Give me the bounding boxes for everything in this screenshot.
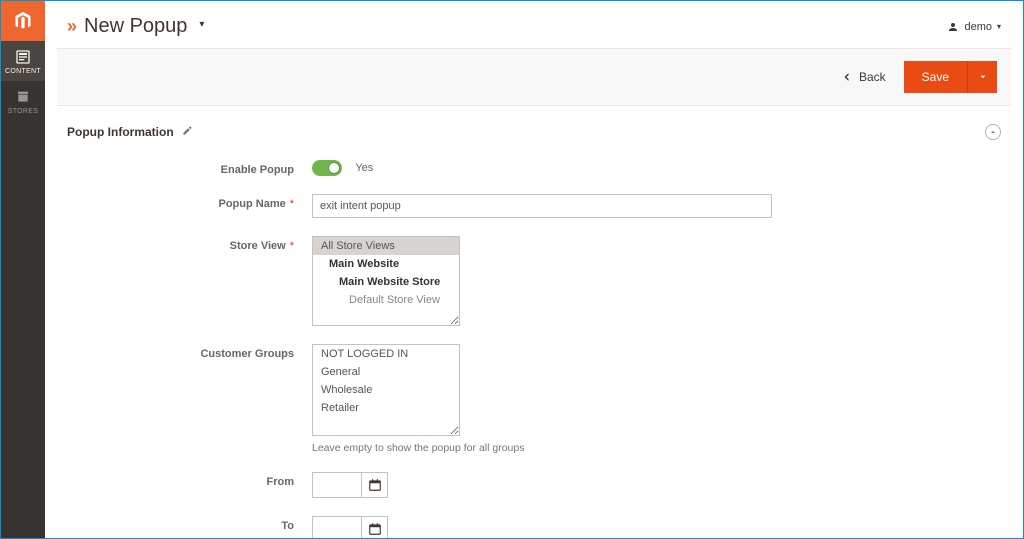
magento-icon	[13, 11, 33, 31]
customer-group-option[interactable]: NOT LOGGED IN	[313, 345, 459, 363]
brand-chevrons-icon: »	[67, 16, 74, 37]
popup-name-input[interactable]	[312, 194, 772, 218]
user-icon	[947, 21, 959, 33]
title-dropdown-caret-icon[interactable]: ▾	[199, 19, 204, 30]
admin-left-rail: CONTENT STORES	[1, 1, 45, 538]
content-icon	[15, 49, 31, 65]
chevron-up-icon	[989, 128, 997, 136]
required-marker: *	[290, 240, 294, 252]
back-label: Back	[859, 70, 886, 84]
control-store-view: All Store ViewsMain WebsiteMain Website …	[312, 236, 460, 326]
edit-section-icon[interactable]	[182, 125, 193, 139]
rail-item-label: STORES	[8, 108, 38, 115]
control-to	[312, 516, 388, 538]
user-label: demo	[964, 21, 992, 33]
label-customer-groups: Customer Groups	[67, 344, 312, 360]
enable-popup-value: Yes	[355, 162, 373, 174]
title-bar: » New Popup ▾ demo ▾	[45, 1, 1023, 48]
row-from: From	[67, 472, 1001, 498]
calendar-icon	[368, 478, 382, 492]
customer-groups-multiselect[interactable]: NOT LOGGED INGeneralWholesaleRetailer	[312, 344, 460, 436]
caret-down-icon	[978, 72, 988, 82]
customer-group-option[interactable]: General	[313, 363, 459, 381]
customer-group-option[interactable]: Wholesale	[313, 381, 459, 399]
row-to: To	[67, 516, 1001, 538]
required-marker: *	[290, 198, 294, 210]
customer-groups-helper: Leave empty to show the popup for all gr…	[312, 442, 524, 454]
customer-group-option[interactable]: Retailer	[313, 399, 459, 417]
section-title: Popup Information	[67, 125, 193, 139]
from-date-wrapper	[312, 472, 388, 498]
to-date-wrapper	[312, 516, 388, 538]
toggle-knob	[328, 162, 340, 174]
stores-icon	[15, 89, 31, 105]
user-menu[interactable]: demo ▾	[947, 21, 1001, 33]
main-area: » New Popup ▾ demo ▾ Back Save Popup Inf…	[45, 1, 1023, 538]
control-customer-groups: NOT LOGGED INGeneralWholesaleRetailer Le…	[312, 344, 524, 454]
from-date-input[interactable]	[313, 473, 361, 497]
page-title: New Popup	[84, 15, 187, 38]
section-title-text: Popup Information	[67, 125, 174, 139]
label-popup-name: Popup Name*	[67, 194, 312, 210]
store-view-option[interactable]: Main Website	[313, 255, 459, 273]
save-button[interactable]: Save	[904, 61, 967, 93]
store-view-multiselect[interactable]: All Store ViewsMain WebsiteMain Website …	[312, 236, 460, 326]
from-date-picker-button[interactable]	[361, 473, 387, 497]
section-header: Popup Information	[45, 106, 1023, 150]
collapse-section-button[interactable]	[985, 124, 1001, 140]
back-button[interactable]: Back	[841, 70, 886, 84]
magento-logo[interactable]	[1, 1, 45, 41]
row-customer-groups: Customer Groups NOT LOGGED INGeneralWhol…	[67, 344, 1001, 454]
store-view-option[interactable]: Default Store View	[313, 291, 459, 309]
title-left: » New Popup ▾	[67, 15, 204, 38]
to-date-input[interactable]	[313, 517, 361, 538]
control-enable-popup: Yes	[312, 160, 373, 176]
rail-item-label: CONTENT	[5, 68, 41, 75]
store-view-option[interactable]: All Store Views	[313, 237, 459, 255]
control-popup-name	[312, 194, 772, 218]
enable-popup-toggle[interactable]	[312, 160, 342, 176]
action-bar: Back Save	[57, 48, 1011, 106]
label-from: From	[67, 472, 312, 488]
calendar-icon	[368, 522, 382, 536]
label-to: To	[67, 516, 312, 532]
to-date-picker-button[interactable]	[361, 517, 387, 538]
store-view-option[interactable]: Main Website Store	[313, 273, 459, 291]
control-from	[312, 472, 388, 498]
save-button-group: Save	[904, 61, 997, 93]
row-store-view: Store View* All Store ViewsMain WebsiteM…	[67, 236, 1001, 326]
rail-item-content[interactable]: CONTENT	[1, 41, 45, 81]
arrow-left-icon	[841, 71, 853, 83]
user-caret-icon: ▾	[997, 22, 1001, 31]
form-area: Enable Popup Yes Popup Name* Store View*…	[45, 150, 1023, 538]
row-enable-popup: Enable Popup Yes	[67, 160, 1001, 176]
row-popup-name: Popup Name*	[67, 194, 1001, 218]
label-enable-popup: Enable Popup	[67, 160, 312, 176]
label-store-view: Store View*	[67, 236, 312, 252]
save-dropdown-toggle[interactable]	[967, 61, 997, 93]
rail-item-stores[interactable]: STORES	[1, 81, 45, 121]
